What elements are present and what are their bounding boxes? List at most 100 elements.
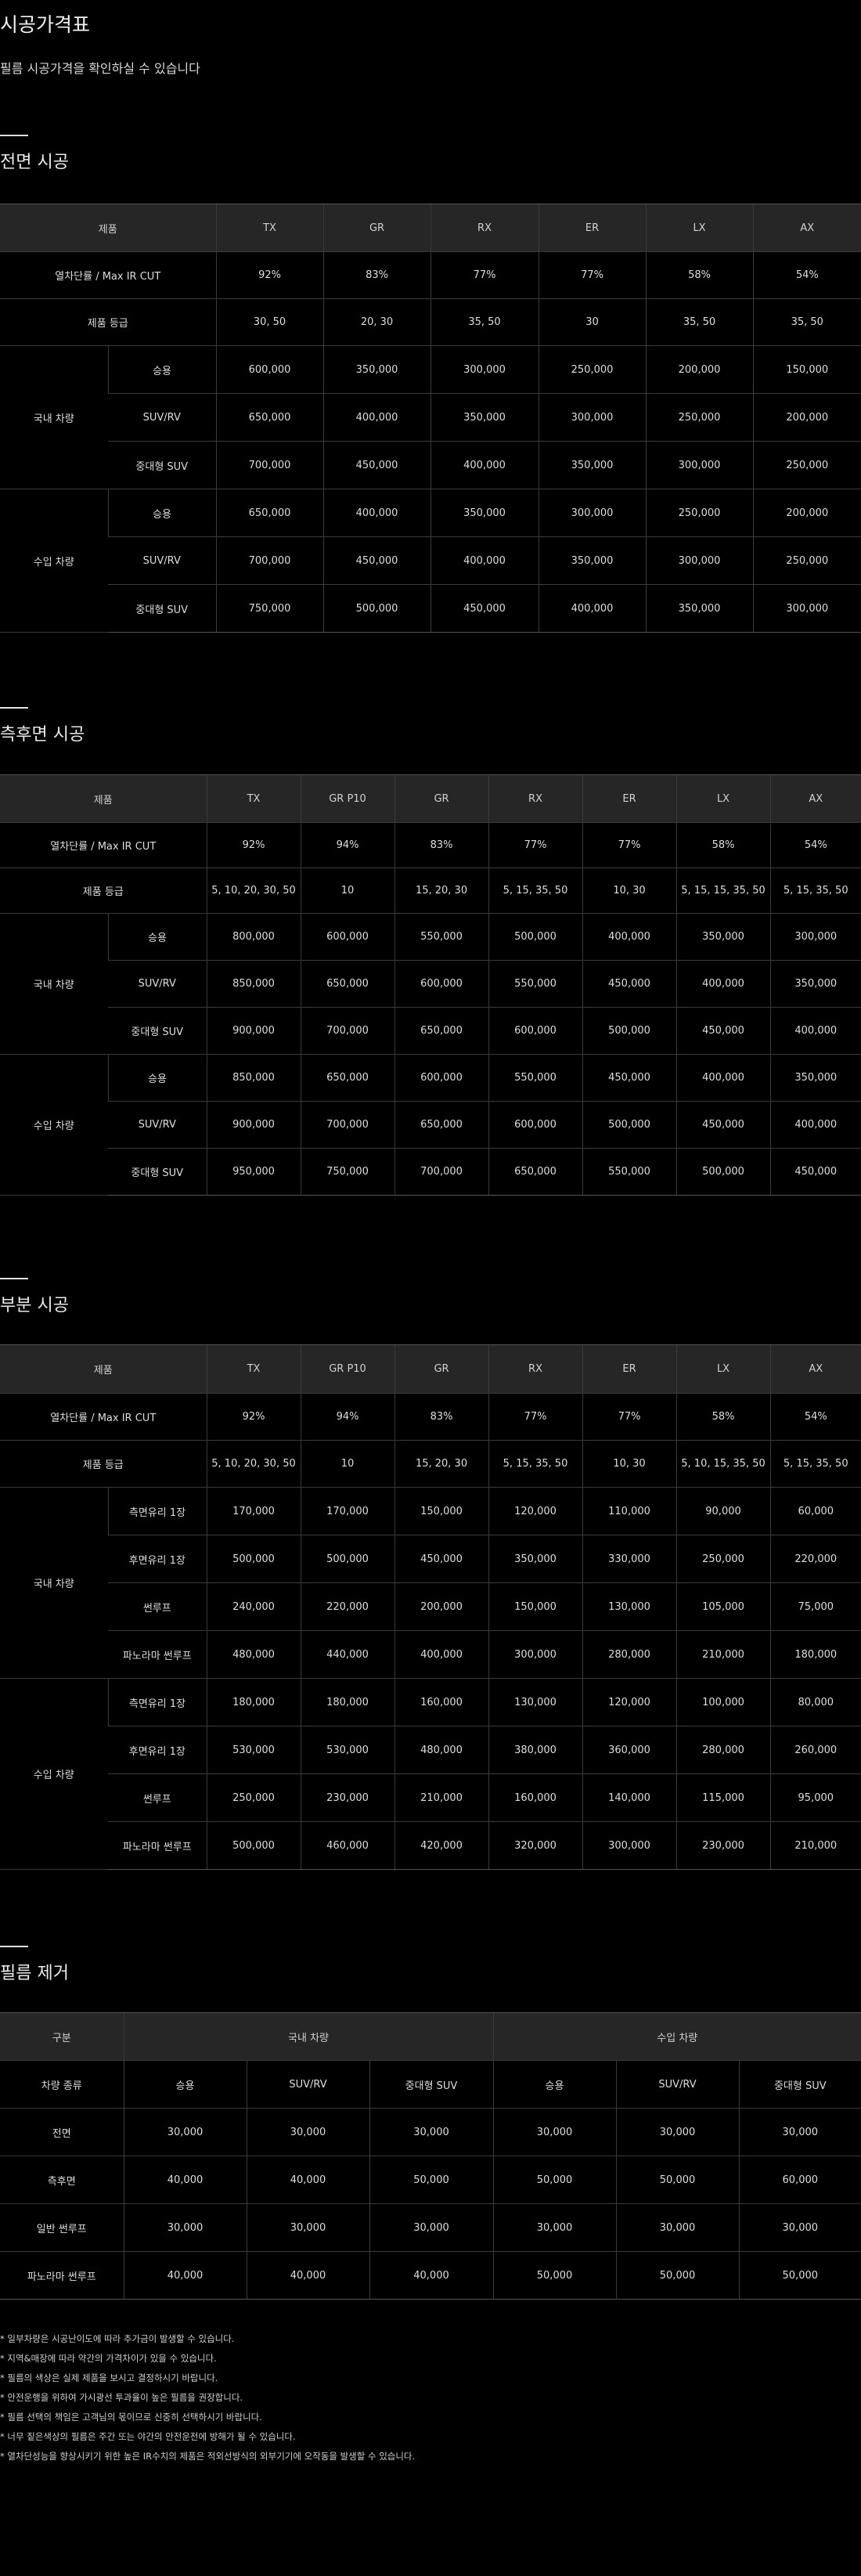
vehicle-type-head: 중대형 SUV — [369, 2060, 494, 2109]
price-cell: 75,000 — [769, 1582, 861, 1631]
spec-value: 35, 50 — [752, 298, 861, 346]
table-head-row: 제품 TX GR RX ER LX AX — [0, 204, 861, 252]
table-row: 파노라마 썬루프 480,000 440,000 400,000 300,000 280,… — [0, 1630, 861, 1679]
spec-value: 77% — [488, 822, 583, 868]
table-row: 파노라마 썬루프 40,000 40,000 40,000 50,000 50,000 50… — [0, 2251, 861, 2300]
price-cell: 130,000 — [488, 1678, 583, 1726]
price-cell: 30,000 — [615, 2203, 740, 2252]
price-cell: 300,000 — [538, 393, 647, 442]
note-item: * 필름의 색상은 실제 제품을 보시고 결정하시기 바랍니다. — [0, 2372, 218, 2383]
price-cell: 30,000 — [123, 2108, 247, 2156]
spec-value: 20, 30 — [322, 298, 431, 346]
price-cell: 110,000 — [582, 1487, 677, 1535]
section-partial: 부분 시공 — [0, 1278, 861, 1320]
spec-value: 94% — [300, 822, 395, 868]
vehicle-type-head: SUV/RV — [246, 2060, 369, 2109]
price-cell: 450,000 — [675, 1007, 771, 1055]
product-head-cell: ER — [582, 1344, 677, 1394]
price-cell: 600,000 — [300, 913, 395, 961]
price-cell: 350,000 — [430, 489, 539, 537]
price-cell: 450,000 — [394, 1535, 489, 1583]
spec-value: 94% — [300, 1393, 395, 1441]
price-cell: 450,000 — [430, 584, 539, 633]
price-cell: 550,000 — [394, 913, 489, 961]
vehicle-type-head: 승용 — [123, 2060, 247, 2109]
vehicle-group-label: 수입 차량 — [0, 1678, 108, 1870]
price-cell: 550,000 — [582, 1148, 677, 1196]
price-cell: 170,000 — [300, 1487, 395, 1535]
removal-head-domestic: 국내 차량 — [123, 2012, 494, 2061]
price-cell: 230,000 — [675, 1821, 771, 1870]
spec-row: 열차단률 / Max IR CUT 92% 94% 83% 77% 77% 58% 54% — [0, 822, 861, 868]
removal-price-table: 구분 국내 차량 수입 차량 차량 종류 승용 SUV/RV 중대형 SUV 승용 SUV… — [0, 2012, 861, 2300]
price-cell: 800,000 — [206, 913, 301, 961]
spec-value: 5, 15, 35, 50 — [769, 1440, 861, 1488]
spec-value: 10 — [300, 1440, 395, 1488]
price-cell: 250,000 — [538, 345, 647, 394]
vehicle-type-label: 측면유리 1장 — [107, 1678, 207, 1726]
price-cell: 700,000 — [215, 441, 324, 489]
product-head-cell: RX — [430, 204, 539, 252]
price-cell: 650,000 — [488, 1148, 583, 1196]
removal-subhead-row: 차량 종류 승용 SUV/RV 중대형 SUV 승용 SUV/RV 중대형 SUV — [0, 2060, 861, 2109]
spec-value: 5, 10, 20, 30, 50 — [206, 868, 301, 914]
spec-value: 77% — [430, 251, 539, 299]
table-row: 썬루프 250,000 230,000 210,000 160,000 140,000 11… — [0, 1773, 861, 1822]
product-head-cell: TX — [206, 1344, 301, 1394]
price-cell: 600,000 — [215, 345, 324, 394]
price-cell: 120,000 — [488, 1487, 583, 1535]
price-cell: 450,000 — [582, 1054, 677, 1102]
price-cell: 440,000 — [300, 1630, 395, 1679]
table-row: 전면 30,000 30,000 30,000 30,000 30,000 30,000 — [0, 2108, 861, 2156]
price-cell: 50,000 — [615, 2251, 740, 2300]
price-cell: 250,000 — [675, 1535, 771, 1583]
vehicle-type-label: 썬루프 — [108, 1773, 207, 1822]
table-row: 측후면 40,000 40,000 50,000 50,000 50,000 60,000 — [0, 2156, 861, 2204]
price-cell: 300,000 — [645, 536, 754, 585]
section-title: 측후면 시공 — [0, 725, 85, 745]
price-cell: 200,000 — [752, 393, 861, 442]
spec-row: 제품 등급 5, 10, 20, 30, 50 10 15, 20, 30 5, 15,… — [0, 868, 861, 914]
note-item: * 지역&매장에 따라 약간의 가격차이가 있을 수 있습니다. — [0, 2353, 217, 2364]
section-divider — [0, 1278, 28, 1279]
spec-value: 54% — [769, 1393, 861, 1441]
price-cell: 500,000 — [322, 584, 431, 633]
table-row: 후면유리 1장 500,000 500,000 450,000 350,000 330,0… — [0, 1535, 861, 1583]
removal-head-label: 구분 — [0, 2012, 124, 2061]
vehicle-type-label: 파노라마 썬루프 — [108, 1821, 207, 1870]
price-cell: 30,000 — [615, 2108, 740, 2156]
price-cell: 260,000 — [769, 1726, 861, 1774]
price-cell: 250,000 — [206, 1773, 301, 1822]
price-cell: 700,000 — [394, 1148, 489, 1196]
spec-value: 35, 50 — [430, 298, 539, 346]
price-cell: 350,000 — [322, 345, 431, 394]
price-cell: 400,000 — [322, 489, 431, 537]
price-cell: 40,000 — [246, 2156, 369, 2204]
price-cell: 350,000 — [769, 1054, 861, 1102]
vehicle-type-label: 파노라마 썬루프 — [108, 1630, 207, 1679]
price-cell: 30,000 — [246, 2203, 369, 2252]
price-cell: 150,000 — [488, 1582, 583, 1631]
price-cell: 600,000 — [394, 1054, 489, 1102]
price-cell: 600,000 — [488, 1101, 583, 1149]
price-cell: 220,000 — [769, 1535, 861, 1583]
vehicle-group-label: 국내 차량 — [0, 1487, 108, 1679]
vehicle-type-label: SUV/RV — [108, 960, 207, 1008]
spec-value: 5, 10, 20, 30, 50 — [206, 1440, 301, 1488]
removal-area-label: 측후면 — [0, 2156, 124, 2204]
vehicle-type-label: 승용 — [107, 1054, 207, 1102]
price-cell: 750,000 — [215, 584, 324, 633]
table-head-row: 제품 TX GR P10 GR RX ER LX AX — [0, 774, 861, 823]
vehicle-type-label: 중대형 SUV — [108, 441, 217, 489]
price-cell: 200,000 — [394, 1582, 489, 1631]
price-cell: 700,000 — [300, 1101, 395, 1149]
price-cell: 170,000 — [206, 1487, 301, 1535]
table-row: SUV/RV 900,000 700,000 650,000 600,000 500,00… — [0, 1101, 861, 1149]
price-cell: 350,000 — [769, 960, 861, 1008]
price-cell: 850,000 — [206, 960, 301, 1008]
spec-value: 83% — [322, 251, 431, 299]
price-cell: 650,000 — [215, 393, 324, 442]
price-cell: 600,000 — [394, 960, 489, 1008]
price-cell: 530,000 — [206, 1726, 301, 1774]
price-cell: 450,000 — [675, 1101, 771, 1149]
